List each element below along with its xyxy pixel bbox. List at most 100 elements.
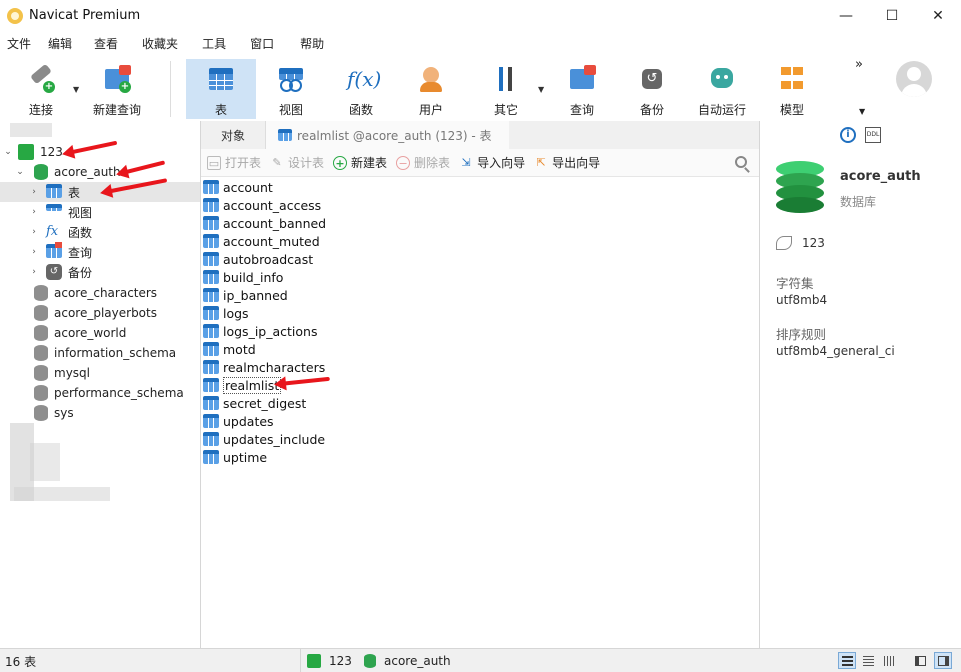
query-label: 查询	[569, 103, 594, 117]
tree-connection-label: 123	[40, 145, 63, 159]
menu-edit[interactable]: 编辑	[38, 31, 82, 57]
open-table-button[interactable]: ▭ 打开表	[207, 154, 261, 171]
view-button[interactable]: 视图	[260, 59, 322, 119]
list-item[interactable]: account_access	[203, 196, 321, 214]
new-query-button[interactable]: + 新建查询	[86, 59, 148, 119]
info-icon[interactable]: i	[840, 127, 856, 143]
more-tools-button[interactable]: »	[855, 57, 863, 72]
tab-realmlist[interactable]: realmlist @acore_auth (123) - 表	[265, 121, 510, 149]
er-view-button[interactable]	[880, 652, 898, 669]
maximize-button[interactable]: ☐	[869, 0, 915, 31]
tab-objects[interactable]: 对象	[201, 121, 266, 149]
toggle-right-panel-button[interactable]	[934, 652, 952, 669]
menu-window[interactable]: 窗口	[238, 31, 286, 57]
detail-view-icon	[863, 656, 874, 666]
query-button[interactable]: 查询	[551, 59, 613, 119]
chevron-right-icon[interactable]: ›	[28, 227, 40, 237]
export-wizard-button[interactable]: ⇱ 导出向导	[534, 154, 600, 171]
connect-button[interactable]: + 连接	[10, 59, 72, 119]
tree-database-label: sys	[54, 406, 74, 420]
tree-item-functions[interactable]: › fx 函数	[0, 222, 200, 242]
list-item[interactable]: autobroadcast	[203, 250, 313, 268]
import-wizard-button[interactable]: ⇲ 导入向导	[459, 154, 525, 171]
list-view-button[interactable]	[838, 652, 856, 669]
more-dropdown-icon[interactable]: ▼	[859, 107, 865, 116]
chevron-right-icon[interactable]: ›	[28, 207, 40, 217]
chevron-down-icon[interactable]: ⌄	[2, 147, 14, 157]
window-title: Navicat Premium	[29, 8, 141, 23]
ddl-icon[interactable]: DDL	[865, 127, 881, 143]
tree-item-queries[interactable]: › 查询	[0, 242, 200, 262]
list-item[interactable]: account_banned	[203, 214, 326, 232]
avatar[interactable]	[896, 61, 932, 97]
chevron-right-icon[interactable]: ›	[28, 247, 40, 257]
tree-item-views[interactable]: › 视图	[0, 202, 200, 222]
list-item[interactable]: motd	[203, 340, 256, 358]
connection-icon	[18, 144, 34, 160]
plug-icon: +	[27, 63, 55, 93]
list-item[interactable]: uptime	[203, 448, 267, 466]
table-button[interactable]: 表	[186, 59, 256, 119]
function-button[interactable]: f(x) 函数	[330, 59, 392, 119]
model-button[interactable]: 模型	[761, 59, 823, 119]
status-connection-label: 123	[329, 653, 352, 668]
list-item[interactable]: ip_banned	[203, 286, 288, 304]
chevron-right-icon[interactable]: ›	[28, 187, 40, 197]
tree-database-acore-auth[interactable]: ⌄ acore_auth	[0, 162, 200, 182]
panel-right-icon	[938, 656, 949, 666]
chevron-down-icon[interactable]: ⌄	[14, 167, 26, 177]
search-icon[interactable]	[735, 156, 747, 168]
tree-database-mysql[interactable]: mysql	[0, 363, 200, 383]
other-button[interactable]: 其它	[475, 59, 537, 119]
list-view-icon	[842, 656, 853, 666]
table-icon	[203, 198, 219, 212]
backup-button[interactable]: ↺ 备份	[621, 59, 683, 119]
tree-database-label: acore_auth	[54, 165, 121, 179]
user-label: 用户	[418, 103, 443, 117]
menu-view[interactable]: 查看	[82, 31, 130, 57]
tree-database-acore-characters[interactable]: acore_characters	[0, 283, 200, 303]
function-label: 函数	[348, 103, 373, 117]
database-icon	[364, 653, 376, 668]
tree-database-performance-schema[interactable]: performance_schema	[0, 383, 200, 403]
list-item[interactable]: realmcharacters	[203, 358, 325, 376]
table-icon	[203, 216, 219, 230]
design-table-button[interactable]: ✎ 设计表	[270, 154, 324, 171]
list-item[interactable]: secret_digest	[203, 394, 306, 412]
tree-database-sys[interactable]: sys	[0, 403, 200, 423]
list-item[interactable]: updates_include	[203, 430, 325, 448]
minimize-button[interactable]: —	[823, 0, 869, 31]
delete-table-button[interactable]: − 删除表	[396, 154, 450, 171]
chevron-right-icon[interactable]: ›	[28, 267, 40, 277]
table-icon	[203, 306, 219, 320]
menu-help[interactable]: 帮助	[286, 31, 338, 57]
menu-tools[interactable]: 工具	[190, 31, 238, 57]
toggle-left-panel-button[interactable]	[911, 652, 929, 669]
list-item[interactable]: updates	[203, 412, 274, 430]
tree-database-acore-playerbots[interactable]: acore_playerbots	[0, 303, 200, 323]
other-dropdown-icon[interactable]: ▼	[538, 85, 544, 94]
menu-favorites[interactable]: 收藏夹	[130, 31, 190, 57]
tree-item-backups[interactable]: › ↺ 备份	[0, 262, 200, 282]
list-item-selected[interactable]: realmlist	[203, 376, 282, 394]
tree-database-acore-world[interactable]: acore_world	[0, 323, 200, 343]
detail-view-button[interactable]	[859, 652, 877, 669]
table-name: account_access	[223, 197, 322, 213]
database-icon	[34, 305, 48, 321]
redacted-block	[10, 123, 52, 137]
function-icon: f(x)	[347, 67, 382, 91]
user-button[interactable]: 用户	[400, 59, 462, 119]
tree-database-information-schema[interactable]: information_schema	[0, 343, 200, 363]
list-item[interactable]: build_info	[203, 268, 283, 286]
close-button[interactable]: ✕	[915, 0, 961, 31]
automation-button[interactable]: 自动运行	[690, 59, 754, 119]
new-table-button[interactable]: + 新建表	[333, 154, 387, 171]
list-item[interactable]: logs_ip_actions	[203, 322, 317, 340]
list-item[interactable]: account_muted	[203, 232, 320, 250]
tree-database-label: acore_characters	[54, 286, 158, 300]
menu-file[interactable]: 文件	[0, 31, 38, 57]
list-item[interactable]: account	[203, 178, 273, 196]
database-icon	[34, 365, 48, 381]
list-item[interactable]: logs	[203, 304, 249, 322]
connect-dropdown-icon[interactable]: ▼	[73, 85, 79, 94]
